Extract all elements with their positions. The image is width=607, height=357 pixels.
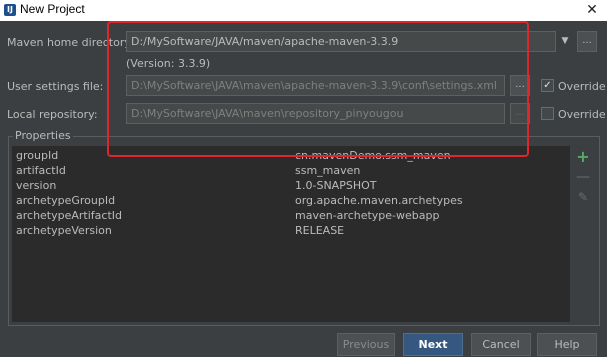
maven-home-field[interactable]: D:/MySoftware/JAVA/maven/apache-maven-3.… xyxy=(126,31,556,52)
property-value[interactable]: ssm_maven xyxy=(295,163,360,178)
edit-icon[interactable]: ✎ xyxy=(574,188,592,206)
maven-home-label: Maven home directory: xyxy=(7,36,134,49)
local-repository-override-checkbox[interactable] xyxy=(541,107,554,120)
local-repository-browse-button[interactable]: ... xyxy=(510,103,530,124)
remove-icon[interactable]: — xyxy=(574,168,592,186)
table-row[interactable]: groupId cn.mavenDemo.ssm_maven xyxy=(12,148,570,163)
add-icon[interactable]: + xyxy=(574,148,592,166)
cancel-button[interactable]: Cancel xyxy=(471,333,531,356)
property-key: artifactId xyxy=(16,164,66,177)
chevron-down-icon[interactable]: ▼ xyxy=(558,31,572,52)
user-settings-field[interactable]: D:\MySoftware\JAVA\maven\apache-maven-3.… xyxy=(126,75,505,96)
table-row[interactable]: archetypeArtifactId maven-archetype-weba… xyxy=(12,208,570,223)
intellij-app-icon: IJ xyxy=(4,4,16,16)
user-settings-browse-button[interactable]: ... xyxy=(510,75,530,96)
property-key: groupId xyxy=(16,149,59,162)
window-title: New Project xyxy=(20,2,85,16)
table-row[interactable]: archetypeGroupId org.apache.maven.archet… xyxy=(12,193,570,208)
next-button[interactable]: Next xyxy=(403,333,463,356)
previous-button[interactable]: Previous xyxy=(337,333,395,356)
table-row[interactable]: version 1.0-SNAPSHOT xyxy=(12,178,570,193)
properties-table: groupId cn.mavenDemo.ssm_maven artifactI… xyxy=(12,146,570,322)
maven-version-text: (Version: 3.3.9) xyxy=(126,57,211,70)
property-value[interactable]: 1.0-SNAPSHOT xyxy=(295,178,376,193)
new-project-dialog: IJ New Project ✕ Maven home directory: D… xyxy=(0,0,607,357)
close-icon[interactable]: ✕ xyxy=(583,0,601,21)
user-settings-override-label: Override xyxy=(558,80,606,93)
property-value[interactable]: cn.mavenDemo.ssm_maven xyxy=(295,148,451,163)
user-settings-override-checkbox[interactable]: ✓ xyxy=(541,79,554,92)
property-key: archetypeGroupId xyxy=(16,194,116,207)
property-value[interactable]: RELEASE xyxy=(295,223,344,238)
property-value[interactable]: org.apache.maven.archetypes xyxy=(295,193,463,208)
table-row[interactable]: artifactId ssm_maven xyxy=(12,163,570,178)
local-repository-field[interactable]: D:\MySoftware\JAVA\maven\repository_piny… xyxy=(126,103,505,124)
local-repository-override-label: Override xyxy=(558,108,606,121)
local-repository-label: Local repository: xyxy=(7,108,98,121)
user-settings-label: User settings file: xyxy=(7,80,104,93)
maven-home-browse-button[interactable]: ... xyxy=(577,31,597,52)
table-row[interactable]: archetypeVersion RELEASE xyxy=(12,223,570,238)
title-bar: IJ New Project ✕ xyxy=(0,0,607,21)
property-key: version xyxy=(16,179,57,192)
property-key: archetypeVersion xyxy=(16,224,112,237)
help-button[interactable]: Help xyxy=(537,333,597,356)
property-key: archetypeArtifactId xyxy=(16,209,122,222)
properties-legend: Properties xyxy=(13,129,73,142)
property-value[interactable]: maven-archetype-webapp xyxy=(295,208,439,223)
